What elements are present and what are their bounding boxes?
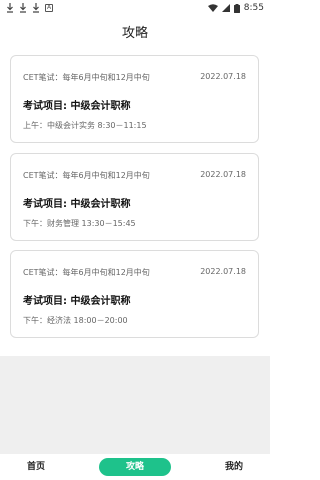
page-title: 攻略 [121, 26, 148, 41]
exam-schedule: CET笔试：每年6月中旬和12月中旬 [23, 171, 150, 180]
bottom-tab-bar: 首页 攻略 我的 [0, 454, 270, 480]
tab-mine[interactable]: 我的 [198, 458, 270, 476]
signal-icon [221, 4, 230, 12]
card-detail: 下午：经济法 18:00－20:00 [23, 316, 128, 325]
tab-home[interactable]: 首页 [0, 458, 72, 476]
card-header: CET笔试：每年6月中旬和12月中旬 2022.07.18 [23, 267, 246, 278]
status-bar: A 8:55 [0, 0, 270, 16]
download-icon [32, 3, 40, 13]
guide-card[interactable]: CET笔试：每年6月中旬和12月中旬 2022.07.18 考试项目: 中级会计… [10, 250, 259, 338]
card-detail: 下午：财务管理 13:30－15:45 [23, 219, 136, 228]
card-header: CET笔试：每年6月中旬和12月中旬 2022.07.18 [23, 170, 246, 181]
guide-card[interactable]: CET笔试：每年6月中旬和12月中旬 2022.07.18 考试项目: 中级会计… [10, 153, 259, 241]
battery-icon [233, 3, 240, 13]
card-date: 2022.07.18 [200, 72, 246, 81]
card-detail: 上午：中级会计实务 8:30－11:15 [23, 121, 147, 130]
card-date: 2022.07.18 [200, 170, 246, 179]
wifi-icon [207, 4, 218, 12]
empty-area [0, 356, 270, 454]
tab-guide[interactable]: 攻略 [99, 458, 171, 476]
card-title: 考试项目: 中级会计职称 [23, 199, 131, 210]
card-title: 考试项目: 中级会计职称 [23, 296, 131, 307]
exam-schedule: CET笔试：每年6月中旬和12月中旬 [23, 73, 150, 82]
exam-schedule: CET笔试：每年6月中旬和12月中旬 [23, 268, 150, 277]
system-status: 8:55 [207, 3, 264, 13]
clock: 8:55 [243, 3, 264, 13]
guide-list: CET笔试：每年6月中旬和12月中旬 2022.07.18 考试项目: 中级会计… [0, 52, 270, 356]
card-header: CET笔试：每年6月中旬和12月中旬 2022.07.18 [23, 72, 246, 83]
guide-card[interactable]: CET笔试：每年6月中旬和12月中旬 2022.07.18 考试项目: 中级会计… [10, 55, 259, 143]
a-notification-icon: A [45, 4, 53, 12]
card-date: 2022.07.18 [200, 267, 246, 276]
download-icon [19, 3, 27, 13]
download-icon [6, 3, 14, 13]
card-title: 考试项目: 中级会计职称 [23, 101, 131, 112]
notification-icons: A [6, 3, 53, 13]
